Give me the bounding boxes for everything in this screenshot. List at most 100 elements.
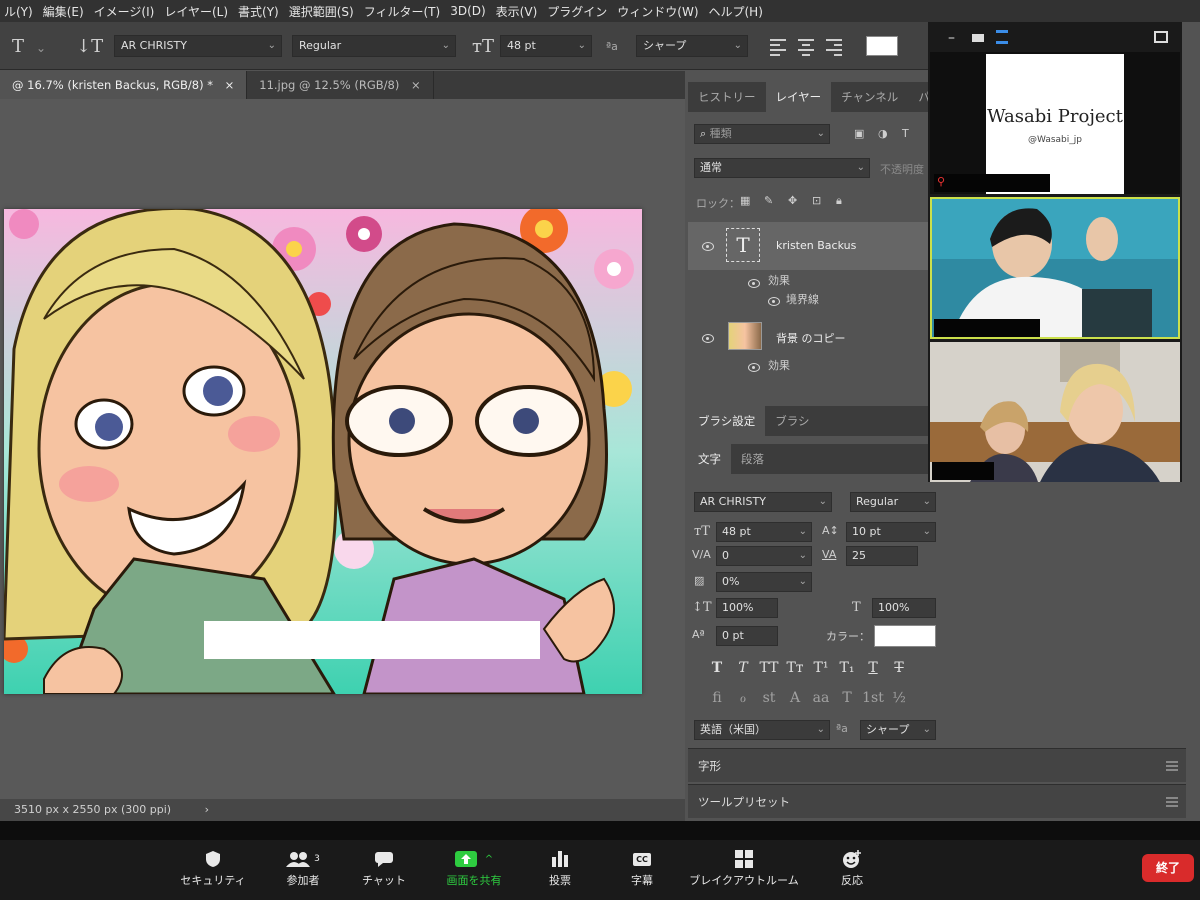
participants-button[interactable]: 3 参加者 [270,846,336,888]
lock-artboard-icon[interactable]: ⊡ [812,194,821,207]
layer-name[interactable]: kristen Backus [776,239,856,252]
canvas-workspace[interactable] [0,99,685,799]
faux-italic-button[interactable]: T [730,660,756,676]
text-color-swatch[interactable] [866,36,898,56]
char-baseline-field[interactable]: 0 pt [716,626,778,646]
status-arrow-icon[interactable]: › [205,803,209,816]
security-button[interactable]: セキュリティ [176,846,250,888]
char-font-style-select[interactable]: Regular ⌄ [850,492,936,512]
end-meeting-button[interactable]: 終了 [1142,854,1194,882]
captions-button[interactable]: CC 字幕 [622,846,662,888]
stylistic-alternates-button[interactable]: aa [808,690,834,706]
tab-document-2[interactable]: 11.jpg @ 12.5% (RGB/8) × [247,71,434,99]
tab-character[interactable]: 文字 [688,444,731,474]
font-style-select[interactable]: Regular ⌄ [292,35,456,57]
filter-type-icon[interactable]: T [902,127,909,140]
lock-move-icon[interactable]: ✥ [788,194,797,207]
strikethrough-button[interactable]: T [886,660,912,676]
effects-eye-icon[interactable] [746,278,762,288]
align-right-icon[interactable] [824,36,844,56]
tool-presets-panel-header[interactable]: ツールプリセット [688,784,1186,818]
breakout-rooms-button[interactable]: ブレイクアウトルーム [684,846,804,888]
font-size-select[interactable]: 48 pt ⌄ [500,35,592,57]
all-caps-button[interactable]: TT [756,660,782,676]
panel-menu-icon[interactable] [1166,761,1178,773]
menu-item-3d[interactable]: 3D(D) [450,4,485,18]
fractions-button[interactable]: ½ [886,690,912,706]
minimize-icon[interactable]: – [948,30,955,46]
speaker-view-icon[interactable] [972,34,984,42]
video-tile-wasabi[interactable]: Wasabi Project @Wasabi_jp ⚲ [930,52,1180,194]
lock-pixels-icon[interactable]: ▦ [740,194,750,207]
char-tsume-field[interactable]: 0% ⌄ [716,572,812,592]
char-leading-field[interactable]: 10 pt ⌄ [846,522,936,542]
video-tile-host[interactable] [930,197,1180,339]
poll-button[interactable]: 投票 [540,846,580,888]
gallery-view-icon[interactable] [996,30,1008,44]
visibility-eye-icon[interactable] [700,333,716,343]
menu-item-plugins[interactable]: プラグイン [547,3,607,20]
orientation-toggle-icon[interactable]: ↓T [76,36,103,57]
video-tile-guests[interactable] [930,342,1180,482]
tab-channels[interactable]: チャンネル [831,82,908,112]
char-color-swatch[interactable] [874,625,936,647]
layer-name[interactable]: 背景 のコピー [776,330,846,346]
caricature-artwork[interactable] [4,209,642,694]
superscript-button[interactable]: T¹ [808,660,834,676]
menu-item-image[interactable]: イメージ(I) [94,3,155,20]
menu-item-layer[interactable]: レイヤー(L) [164,3,228,20]
blend-mode-select[interactable]: 通常 ⌄ [694,158,870,178]
layer-filter-select[interactable]: ⌕ 種類 ⌄ [694,124,830,144]
align-center-icon[interactable] [796,36,816,56]
underline-button[interactable]: T [860,660,886,676]
tab-brush-settings[interactable]: ブラシ設定 [688,406,766,436]
faux-bold-button[interactable]: T [704,660,730,676]
effects-eye-icon[interactable] [746,362,762,372]
menu-item-type[interactable]: 書式(Y) [238,3,279,20]
panel-menu-icon[interactable] [1166,797,1178,809]
alt-ligature-button[interactable]: st [756,690,782,706]
filter-image-icon[interactable]: ▣ [854,127,864,140]
tool-preset-chevron-icon[interactable]: ⌄ [36,41,46,55]
menu-item-filter[interactable]: フィルター(T) [364,3,440,20]
titling-button[interactable]: T [834,690,860,706]
filter-adjust-icon[interactable]: ◑ [878,127,888,140]
close-icon[interactable]: × [225,78,235,92]
anti-alias-select[interactable]: シャープ ⌄ [636,35,748,57]
layer-row-background-copy[interactable]: 背景 のコピー [688,314,930,362]
share-options-caret-icon[interactable]: ^ [485,854,493,865]
language-select[interactable]: 英語（米国） ⌄ [694,720,830,740]
discretionary-ligature-button[interactable]: ℴ [730,690,756,706]
tab-paragraph[interactable]: 段落 [731,444,774,474]
tab-document-1[interactable]: @ 16.7% (kristen Backus, RGB/8) * × [0,71,248,99]
char-size-field[interactable]: 48 pt ⌄ [716,522,812,542]
char-font-family-select[interactable]: AR CHRISTY ⌄ [694,492,832,512]
share-screen-button[interactable]: ^ 画面を共有 [436,846,512,888]
blank-text-box[interactable] [204,621,540,659]
ordinals-button[interactable]: 1st [860,690,886,706]
visibility-eye-icon[interactable] [700,241,716,251]
align-left-icon[interactable] [768,36,788,56]
tab-history[interactable]: ヒストリー [688,82,766,112]
stroke-eye-icon[interactable] [766,296,782,306]
font-family-select[interactable]: AR CHRISTY ⌄ [114,35,282,57]
glyphs-panel-header[interactable]: 字形 [688,748,1186,782]
tab-brush[interactable]: ブラシ [765,406,819,436]
menu-item-view[interactable]: 表示(V) [496,3,538,20]
char-tracking-field[interactable]: 25 [846,546,918,566]
swash-button[interactable]: A [782,690,808,706]
menu-item-select[interactable]: 選択範囲(S) [289,3,354,20]
lock-all-icon[interactable]: 🔒︎ [836,194,842,208]
exit-fullscreen-icon[interactable] [1154,31,1168,43]
chat-button[interactable]: チャット [356,846,412,888]
tab-layers[interactable]: レイヤー [765,82,832,112]
lock-brush-icon[interactable]: ✎ [764,194,773,207]
menu-item-edit[interactable]: 編集(E) [43,3,84,20]
close-icon[interactable]: × [411,78,421,92]
menu-item-help[interactable]: ヘルプ(H) [709,3,763,20]
type-tool-icon[interactable]: T [12,36,24,57]
small-caps-button[interactable]: Tт [782,660,808,676]
char-vscale-field[interactable]: 100% [716,598,778,618]
char-kerning-field[interactable]: 0 ⌄ [716,546,812,566]
menu-item-window[interactable]: ウィンドウ(W) [617,3,698,20]
